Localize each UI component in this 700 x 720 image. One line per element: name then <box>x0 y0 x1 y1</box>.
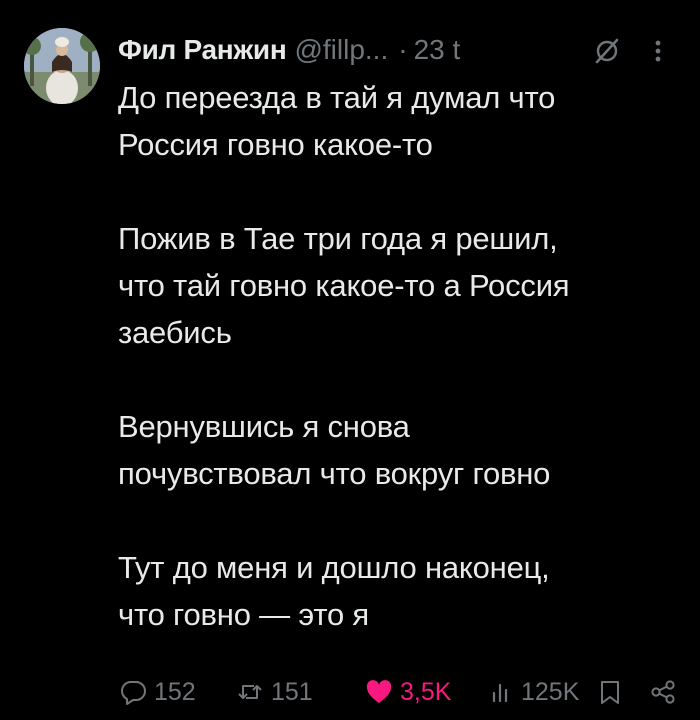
retweet-icon <box>238 685 262 699</box>
tweet-time[interactable]: 23 t <box>414 34 461 66</box>
share-button[interactable] <box>648 672 678 712</box>
tweet: Фил Ранжин @fillp... · 23 t До переезда … <box>0 0 700 720</box>
reply-count: 152 <box>154 677 196 706</box>
action-bar: 152 151 3,5K 125K <box>118 672 688 712</box>
author-name[interactable]: Фил Ранжин <box>118 34 287 66</box>
tweet-paragraph: Тут до меня и дошло наконец, что говно —… <box>118 550 550 632</box>
reply-icon <box>121 681 146 705</box>
views-button[interactable]: 125K <box>489 672 579 712</box>
tweet-paragraph: Вернувшись я снова почувствовал что вокр… <box>118 409 551 491</box>
avatar[interactable] <box>24 28 100 104</box>
separator-dot: · <box>398 34 408 65</box>
tweet-paragraph: Пожив в Тае три года я решил, что тай го… <box>118 221 570 350</box>
bookmark-icon <box>601 681 619 704</box>
author-handle[interactable]: @fillp... <box>294 34 388 66</box>
tweet-text: До переезда в тай я думал что Россия гов… <box>118 74 688 638</box>
retweet-count: 151 <box>271 677 313 706</box>
heart-icon <box>366 680 392 703</box>
bookmark-button[interactable] <box>597 672 623 712</box>
tweet-header: Фил Ранжин @fillp... · 23 t <box>118 30 688 70</box>
more-icon[interactable] <box>648 34 668 68</box>
like-button[interactable]: 3,5K <box>364 672 451 712</box>
reply-button[interactable]: 152 <box>118 672 196 712</box>
share-icon <box>651 680 675 704</box>
retweet-button[interactable]: 151 <box>235 672 313 712</box>
tweet-paragraph: До переезда в тай я думал что Россия гов… <box>118 80 556 162</box>
like-count: 3,5K <box>400 677 452 706</box>
views-count: 125K <box>521 677 580 706</box>
grok-icon[interactable] <box>590 34 624 68</box>
views-icon <box>492 683 508 703</box>
